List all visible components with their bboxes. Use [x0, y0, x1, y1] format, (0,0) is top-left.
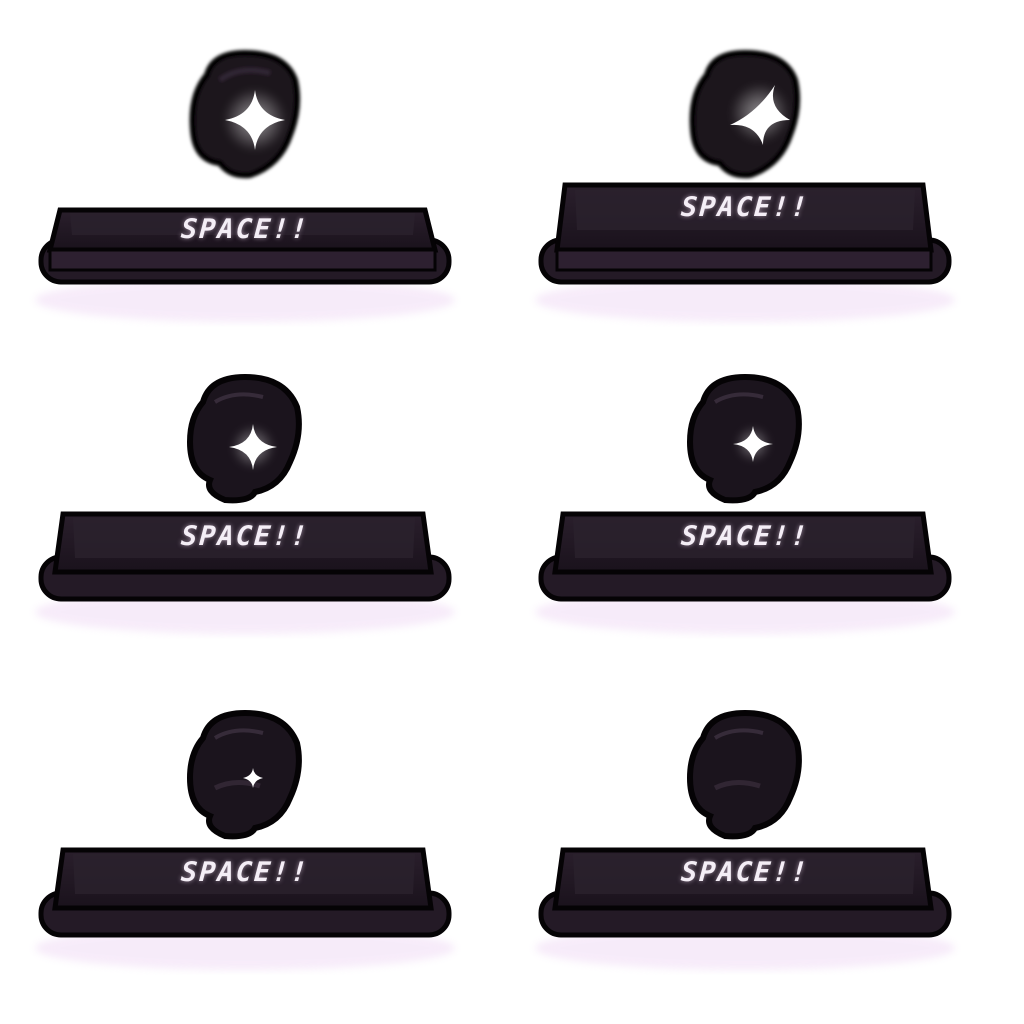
frame-5-art: [35, 709, 455, 970]
frame-4-art: [535, 373, 955, 634]
key-label: SPACE!!: [680, 521, 811, 552]
key-glow: [35, 278, 455, 322]
key-label: SPACE!!: [680, 192, 811, 223]
frame-2-art: [535, 49, 955, 322]
orb: [686, 709, 802, 840]
key-label: SPACE!!: [180, 857, 311, 888]
orb: [186, 709, 302, 840]
frame-6-art: [535, 709, 955, 970]
key-label: SPACE!!: [180, 521, 311, 552]
sprite-frame-2: SPACE!!: [535, 35, 955, 335]
key-label: SPACE!!: [680, 857, 811, 888]
sprite-frame-5: SPACE!!: [35, 698, 455, 998]
key-glow: [535, 278, 955, 322]
sprite-frame-1: SPACE!!: [35, 35, 455, 335]
sprite-frame-3: SPACE!!: [35, 362, 455, 662]
sprite-frame-6: SPACE!!: [535, 698, 955, 998]
frame-1-art: [35, 49, 455, 322]
key-label: SPACE!!: [180, 214, 311, 245]
frame-3-art: [35, 373, 455, 634]
sprite-sheet: { "sheet": { "background": "#ffffff", "c…: [0, 0, 1024, 1024]
sprite-frame-4: SPACE!!: [535, 362, 955, 662]
